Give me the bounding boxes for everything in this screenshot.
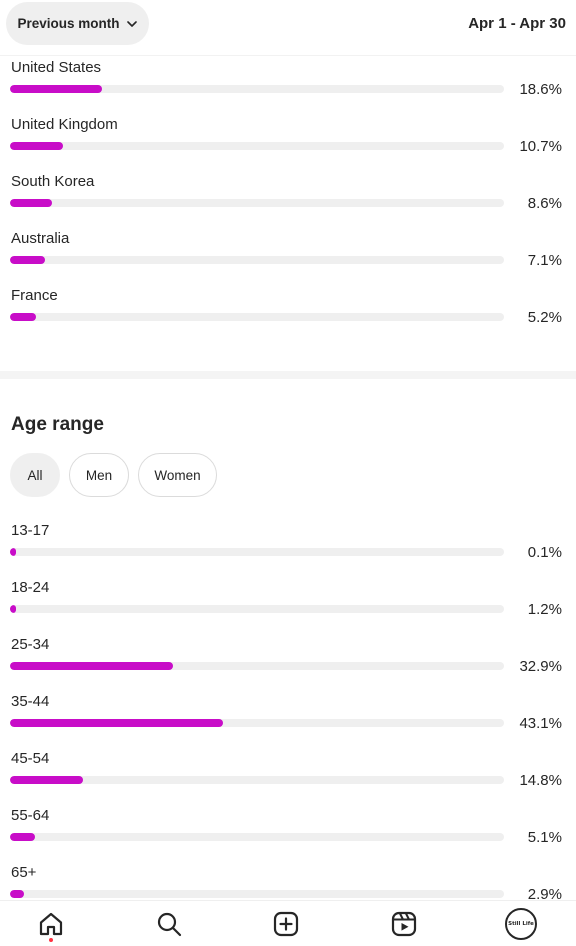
percentage-value: 0.1% bbox=[527, 544, 562, 561]
home-tab[interactable] bbox=[36, 909, 66, 939]
age-row: 55-64 5.1% bbox=[0, 806, 576, 863]
progress-fill bbox=[10, 833, 35, 841]
progress-fill bbox=[10, 199, 52, 207]
progress-fill bbox=[10, 142, 63, 150]
progress-fill bbox=[10, 85, 102, 93]
create-tab[interactable] bbox=[271, 909, 301, 939]
progress-track bbox=[10, 199, 504, 207]
age-label: 35-44 bbox=[11, 693, 50, 710]
profile-avatar-text: Still Life bbox=[508, 921, 534, 927]
progress-fill bbox=[10, 776, 83, 784]
progress-fill bbox=[10, 256, 45, 264]
progress-track bbox=[10, 776, 504, 784]
progress-fill bbox=[10, 313, 36, 321]
country-label: United States bbox=[11, 59, 102, 76]
create-icon bbox=[273, 911, 299, 937]
age-row: 45-54 14.8% bbox=[0, 749, 576, 806]
country-row: United States 18.6% bbox=[0, 58, 576, 115]
country-row: United Kingdom 10.7% bbox=[0, 115, 576, 172]
percentage-value: 8.6% bbox=[527, 195, 562, 212]
search-tab[interactable] bbox=[154, 909, 184, 939]
progress-track bbox=[10, 256, 504, 264]
progress-track bbox=[10, 85, 504, 93]
filter-chip-all[interactable]: All bbox=[10, 453, 60, 497]
progress-fill bbox=[10, 662, 173, 670]
country-row: France 5.2% bbox=[0, 286, 576, 343]
progress-fill bbox=[10, 548, 16, 556]
country-label: France bbox=[11, 287, 58, 304]
percentage-value: 5.1% bbox=[527, 829, 562, 846]
progress-track bbox=[10, 605, 504, 613]
age-row: 25-34 32.9% bbox=[0, 635, 576, 692]
age-range-title: Age range bbox=[11, 414, 104, 435]
country-label: United Kingdom bbox=[11, 116, 118, 133]
profile-avatar[interactable]: Still Life bbox=[505, 908, 537, 940]
search-icon bbox=[157, 912, 182, 937]
reels-icon bbox=[391, 911, 417, 937]
age-row: 35-44 43.1% bbox=[0, 692, 576, 749]
bottom-navigation-bar: Still Life bbox=[0, 900, 576, 946]
chevron-down-icon bbox=[126, 20, 137, 27]
audience-insights-screen: Previous month Apr 1 - Apr 30 United Sta… bbox=[0, 0, 576, 946]
progress-fill bbox=[10, 605, 16, 613]
country-label: Australia bbox=[11, 230, 70, 247]
gender-filter-chips: All Men Women bbox=[10, 453, 217, 497]
age-label: 25-34 bbox=[11, 636, 50, 653]
date-range: Apr 1 - Apr 30 bbox=[468, 15, 566, 32]
country-row: Australia 7.1% bbox=[0, 229, 576, 286]
section-divider bbox=[0, 371, 576, 379]
percentage-value: 1.2% bbox=[527, 601, 562, 618]
age-label: 18-24 bbox=[11, 579, 50, 596]
country-label: South Korea bbox=[11, 173, 95, 190]
percentage-value: 43.1% bbox=[519, 715, 562, 732]
period-label: Previous month bbox=[17, 16, 120, 31]
percentage-value: 32.9% bbox=[519, 658, 562, 675]
age-range-list: 13-17 0.1% 18-24 1.2% 25-34 32.9% 35-44 bbox=[0, 521, 576, 920]
progress-track bbox=[10, 719, 504, 727]
percentage-value: 7.1% bbox=[527, 252, 562, 269]
age-label: 13-17 bbox=[11, 522, 50, 539]
age-row: 18-24 1.2% bbox=[0, 578, 576, 635]
top-countries-list: United States 18.6% United Kingdom 10.7%… bbox=[0, 58, 576, 343]
progress-fill bbox=[10, 719, 223, 727]
age-row: 13-17 0.1% bbox=[0, 521, 576, 578]
percentage-value: 14.8% bbox=[519, 772, 562, 789]
progress-track bbox=[10, 662, 504, 670]
progress-fill bbox=[10, 890, 24, 898]
reels-tab[interactable] bbox=[389, 909, 419, 939]
notification-dot bbox=[49, 938, 53, 942]
percentage-value: 18.6% bbox=[519, 81, 562, 98]
period-dropdown-button[interactable]: Previous month bbox=[6, 2, 149, 45]
progress-track bbox=[10, 890, 504, 898]
progress-track bbox=[10, 313, 504, 321]
percentage-value: 5.2% bbox=[527, 309, 562, 326]
progress-track bbox=[10, 142, 504, 150]
age-label: 55-64 bbox=[11, 807, 50, 824]
progress-track bbox=[10, 548, 504, 556]
age-label: 45-54 bbox=[11, 750, 50, 767]
home-icon bbox=[39, 912, 63, 936]
filter-chip-women[interactable]: Women bbox=[138, 453, 217, 497]
country-row: South Korea 8.6% bbox=[0, 172, 576, 229]
percentage-value: 10.7% bbox=[519, 138, 562, 155]
filter-chip-men[interactable]: Men bbox=[69, 453, 129, 497]
header: Previous month Apr 1 - Apr 30 bbox=[0, 0, 576, 56]
age-label: 65+ bbox=[11, 864, 37, 881]
progress-track bbox=[10, 833, 504, 841]
